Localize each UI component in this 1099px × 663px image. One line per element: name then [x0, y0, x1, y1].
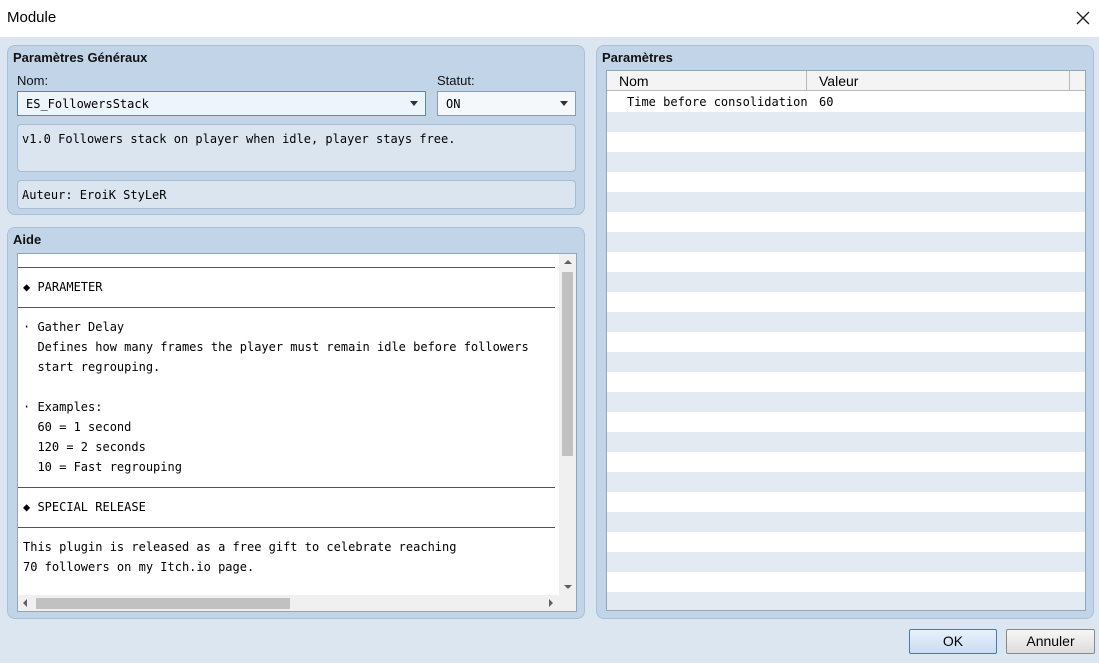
chevron-down-icon: [410, 101, 418, 106]
status-value: ON: [446, 97, 461, 111]
table-row[interactable]: [607, 572, 1085, 592]
table-row[interactable]: [607, 532, 1085, 552]
title-bar: Module: [0, 0, 1099, 37]
arrow-down-icon: [564, 585, 572, 589]
help-line: Defines how many frames the player must …: [23, 340, 529, 354]
table-row[interactable]: [607, 212, 1085, 232]
help-line: 120 = 2 seconds: [23, 440, 146, 454]
table-row[interactable]: [607, 112, 1085, 132]
author-text: Auteur: EroiK StyLeR: [22, 188, 167, 202]
horizontal-scrollbar[interactable]: [18, 595, 559, 611]
table-row[interactable]: [607, 232, 1085, 252]
chevron-down-icon: [560, 101, 568, 106]
vertical-scroll-thumb[interactable]: [562, 272, 573, 456]
help-line: ◆ SPECIAL RELEASE: [23, 500, 146, 514]
plugin-name-select[interactable]: ES_FollowersStack: [17, 91, 426, 116]
table-row[interactable]: [607, 452, 1085, 472]
plugin-name-value: ES_FollowersStack: [26, 97, 149, 111]
help-text-area[interactable]: ◆ PARAMETER · Gather Delay Defines how m…: [17, 253, 577, 612]
scroll-down-button[interactable]: [559, 579, 576, 595]
arrow-right-icon: [549, 599, 553, 607]
help-line: 10 = Fast regrouping: [23, 460, 182, 474]
table-row[interactable]: [607, 332, 1085, 352]
table-row[interactable]: [607, 292, 1085, 312]
table-row[interactable]: [607, 192, 1085, 212]
column-header-name[interactable]: Nom: [607, 71, 807, 91]
horizontal-scroll-thumb[interactable]: [36, 598, 290, 609]
help-line: This plugin is released as a free gift t…: [23, 540, 457, 554]
column-header-value[interactable]: Valeur: [807, 71, 1070, 91]
scroll-up-button[interactable]: [559, 254, 576, 270]
scroll-left-button[interactable]: [18, 595, 34, 611]
separator-line: [18, 307, 555, 308]
general-parameters-group: Paramètres Généraux Nom: ES_FollowersSta…: [7, 45, 585, 215]
help-line: · Examples:: [23, 400, 103, 414]
table-row[interactable]: Time before consolidation 60: [607, 92, 1085, 112]
table-row[interactable]: [607, 412, 1085, 432]
table-header: Nom Valeur: [607, 71, 1085, 91]
table-row[interactable]: [607, 492, 1085, 512]
help-line: ◆ PARAMETER: [23, 280, 103, 294]
vertical-scrollbar[interactable]: [559, 254, 576, 595]
help-line: start regrouping.: [23, 360, 161, 374]
table-row[interactable]: [607, 392, 1085, 412]
help-line: 70 followers on my Itch.io page.: [23, 560, 255, 574]
status-label: Statut:: [437, 73, 475, 88]
help-title: Aide: [13, 232, 42, 247]
help-line: 60 = 1 second: [23, 420, 132, 434]
author-field[interactable]: Auteur: EroiK StyLeR: [17, 180, 576, 209]
table-row[interactable]: [607, 152, 1085, 172]
param-value-cell: 60: [819, 95, 834, 109]
cancel-button[interactable]: Annuler: [1006, 629, 1095, 654]
window-title: Module: [7, 9, 57, 26]
parameters-table[interactable]: Nom Valeur Time before consolidation 60: [606, 70, 1086, 611]
close-icon[interactable]: [1070, 5, 1096, 31]
table-row[interactable]: [607, 512, 1085, 532]
table-row[interactable]: [607, 312, 1085, 332]
table-row[interactable]: [607, 252, 1085, 272]
scroll-right-button[interactable]: [543, 595, 559, 611]
help-group: Aide ◆ PARAMETER · Gather Delay Defines …: [7, 227, 585, 619]
separator-line: [18, 267, 555, 268]
table-row[interactable]: [607, 472, 1085, 492]
scrollbar-corner: [559, 595, 576, 611]
table-row[interactable]: [607, 552, 1085, 572]
parameters-title: Paramètres: [602, 50, 673, 65]
table-row[interactable]: [607, 592, 1085, 610]
general-parameters-title: Paramètres Généraux: [13, 50, 148, 65]
description-text: v1.0 Followers stack on player when idle…: [22, 132, 456, 146]
separator-line: [18, 487, 555, 488]
table-row[interactable]: [607, 132, 1085, 152]
table-row[interactable]: [607, 352, 1085, 372]
ok-button[interactable]: OK: [909, 629, 997, 654]
separator-line: [18, 527, 555, 528]
name-label: Nom:: [17, 73, 49, 88]
table-row[interactable]: [607, 272, 1085, 292]
help-line: · Gather Delay: [23, 320, 125, 334]
status-select[interactable]: ON: [437, 91, 576, 116]
arrow-left-icon: [23, 599, 27, 607]
arrow-up-icon: [564, 260, 572, 264]
table-row[interactable]: [607, 172, 1085, 192]
description-field[interactable]: v1.0 Followers stack on player when idle…: [17, 124, 576, 172]
table-row[interactable]: [607, 372, 1085, 392]
table-row[interactable]: [607, 432, 1085, 452]
param-name-cell: Time before consolidation: [627, 95, 808, 109]
